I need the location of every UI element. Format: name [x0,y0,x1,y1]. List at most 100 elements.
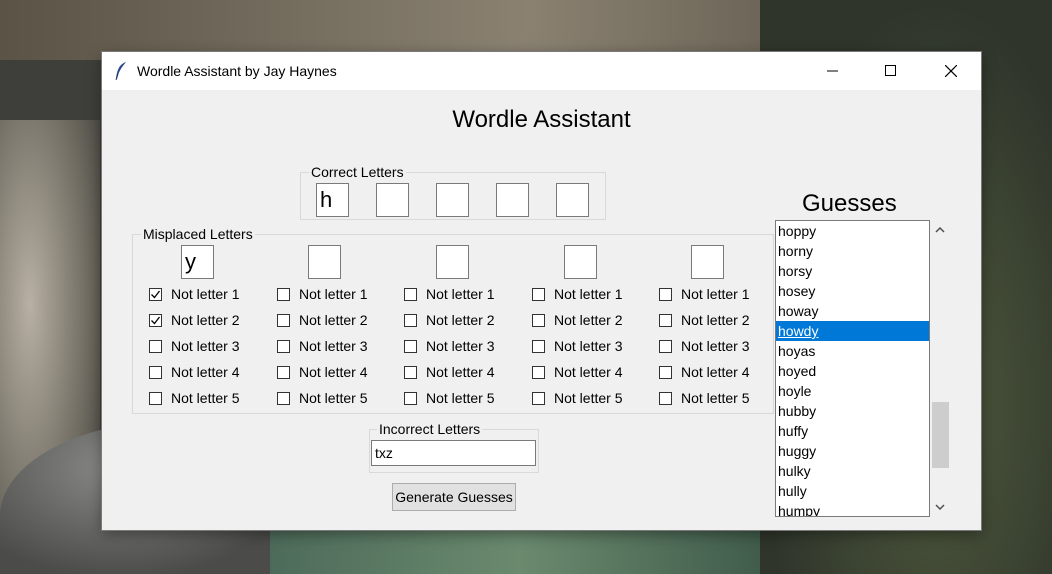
misplaced-1-not-letter-3-checkbox[interactable]: Not letter 3 [149,337,239,355]
misplaced-letter-5[interactable] [691,245,724,279]
misplaced-letters-label: Misplaced Letters [141,226,255,242]
checkbox-box [277,313,290,327]
guess-list-item[interactable]: huggy [776,441,929,461]
guess-list-item[interactable]: hoppy [776,221,929,241]
checkbox-label: Not letter 2 [299,312,368,328]
guess-list-item[interactable]: hulky [776,461,929,481]
check-icon [151,290,161,298]
checkbox-label: Not letter 5 [299,390,368,406]
misplaced-4-not-letter-1-checkbox[interactable]: Not letter 1 [532,285,622,303]
checkbox-box [404,365,417,379]
chevron-up-icon [935,227,945,233]
guess-list-item[interactable]: hoyed [776,361,929,381]
window-title: Wordle Assistant by Jay Haynes [137,63,337,79]
minimize-button[interactable] [804,52,862,90]
guess-list-item[interactable]: hully [776,481,929,501]
guesses-scrollbar[interactable] [930,220,950,517]
correct-letter-1[interactable]: h [316,183,349,217]
checkbox-box [532,365,545,379]
minimize-icon [827,70,838,72]
checkbox-label: Not letter 3 [681,338,750,354]
checkbox-box [149,339,162,353]
guess-list-item[interactable]: humpy [776,501,929,516]
correct-letter-4[interactable] [496,183,529,217]
misplaced-2-not-letter-4-checkbox[interactable]: Not letter 4 [277,363,367,381]
checkbox-label: Not letter 1 [681,286,750,302]
guess-list-item[interactable]: horsy [776,261,929,281]
misplaced-letter-1[interactable]: y [181,245,214,279]
misplaced-3-not-letter-2-checkbox[interactable]: Not letter 2 [404,311,494,329]
misplaced-1-not-letter-1-checkbox[interactable]: Not letter 1 [149,285,239,303]
misplaced-1-not-letter-2-checkbox[interactable]: Not letter 2 [149,311,239,329]
guess-list-item[interactable]: hubby [776,401,929,421]
checkbox-label: Not letter 4 [426,364,495,380]
guess-list-item[interactable]: howdy [776,321,929,341]
scroll-thumb[interactable] [932,402,949,468]
correct-letters-label: Correct Letters [309,164,406,180]
misplaced-5-not-letter-2-checkbox[interactable]: Not letter 2 [659,311,749,329]
checkbox-box [532,313,545,327]
misplaced-5-not-letter-3-checkbox[interactable]: Not letter 3 [659,337,749,355]
misplaced-2-not-letter-2-checkbox[interactable]: Not letter 2 [277,311,367,329]
scroll-up-button[interactable] [930,220,950,240]
misplaced-2-not-letter-5-checkbox[interactable]: Not letter 5 [277,389,367,407]
generate-guesses-button[interactable]: Generate Guesses [392,483,516,511]
misplaced-1-not-letter-4-checkbox[interactable]: Not letter 4 [149,363,239,381]
misplaced-5-not-letter-4-checkbox[interactable]: Not letter 4 [659,363,749,381]
chevron-down-icon [935,504,945,510]
correct-letter-5[interactable] [556,183,589,217]
checkbox-label: Not letter 2 [554,312,623,328]
misplaced-2-not-letter-1-checkbox[interactable]: Not letter 1 [277,285,367,303]
misplaced-3-not-letter-3-checkbox[interactable]: Not letter 3 [404,337,494,355]
misplaced-3-not-letter-4-checkbox[interactable]: Not letter 4 [404,363,494,381]
guess-list-item[interactable]: hoyas [776,341,929,361]
checkbox-box [149,287,162,301]
scroll-down-button[interactable] [930,497,950,517]
maximize-button[interactable] [862,52,920,90]
misplaced-4-not-letter-2-checkbox[interactable]: Not letter 2 [532,311,622,329]
checkbox-box [277,391,290,405]
close-button[interactable] [922,52,980,90]
checkbox-box [532,287,545,301]
misplaced-2-not-letter-3-checkbox[interactable]: Not letter 3 [277,337,367,355]
incorrect-letters-input[interactable]: txz [371,440,536,466]
checkbox-box [532,391,545,405]
guess-list-item[interactable]: hoyle [776,381,929,401]
correct-letter-2[interactable] [376,183,409,217]
guess-list-item[interactable]: howay [776,301,929,321]
guesses-listbox[interactable]: hoppy horny horsy hosey howay howdy hoyas hoyed… [775,220,930,517]
checkbox-label: Not letter 4 [299,364,368,380]
checkbox-box [532,339,545,353]
guess-list-item[interactable]: huffy [776,421,929,441]
checkbox-label: Not letter 1 [171,286,240,302]
misplaced-1-not-letter-5-checkbox[interactable]: Not letter 5 [149,389,239,407]
incorrect-letters-label: Incorrect Letters [377,421,483,437]
checkbox-label: Not letter 5 [554,390,623,406]
checkbox-label: Not letter 2 [171,312,240,328]
checkbox-box [277,339,290,353]
misplaced-5-not-letter-1-checkbox[interactable]: Not letter 1 [659,285,749,303]
checkbox-box [659,339,672,353]
misplaced-letter-4[interactable] [564,245,597,279]
checkbox-box [149,391,162,405]
misplaced-4-not-letter-4-checkbox[interactable]: Not letter 4 [532,363,622,381]
checkbox-box [659,313,672,327]
checkbox-label: Not letter 1 [299,286,368,302]
misplaced-3-not-letter-1-checkbox[interactable]: Not letter 1 [404,285,494,303]
checkbox-box [404,391,417,405]
title-bar[interactable]: Wordle Assistant by Jay Haynes [102,52,981,90]
misplaced-3-not-letter-5-checkbox[interactable]: Not letter 5 [404,389,494,407]
checkbox-label: Not letter 5 [171,390,240,406]
misplaced-letter-2[interactable] [308,245,341,279]
misplaced-5-not-letter-5-checkbox[interactable]: Not letter 5 [659,389,749,407]
check-icon [151,316,161,324]
correct-letter-3[interactable] [436,183,469,217]
misplaced-4-not-letter-5-checkbox[interactable]: Not letter 5 [532,389,622,407]
guess-list-item[interactable]: hosey [776,281,929,301]
checkbox-label: Not letter 2 [426,312,495,328]
checkbox-box [277,287,290,301]
misplaced-4-not-letter-3-checkbox[interactable]: Not letter 3 [532,337,622,355]
app-window: Wordle Assistant by Jay Haynes Wordle As… [102,52,981,530]
misplaced-letter-3[interactable] [436,245,469,279]
guess-list-item[interactable]: horny [776,241,929,261]
